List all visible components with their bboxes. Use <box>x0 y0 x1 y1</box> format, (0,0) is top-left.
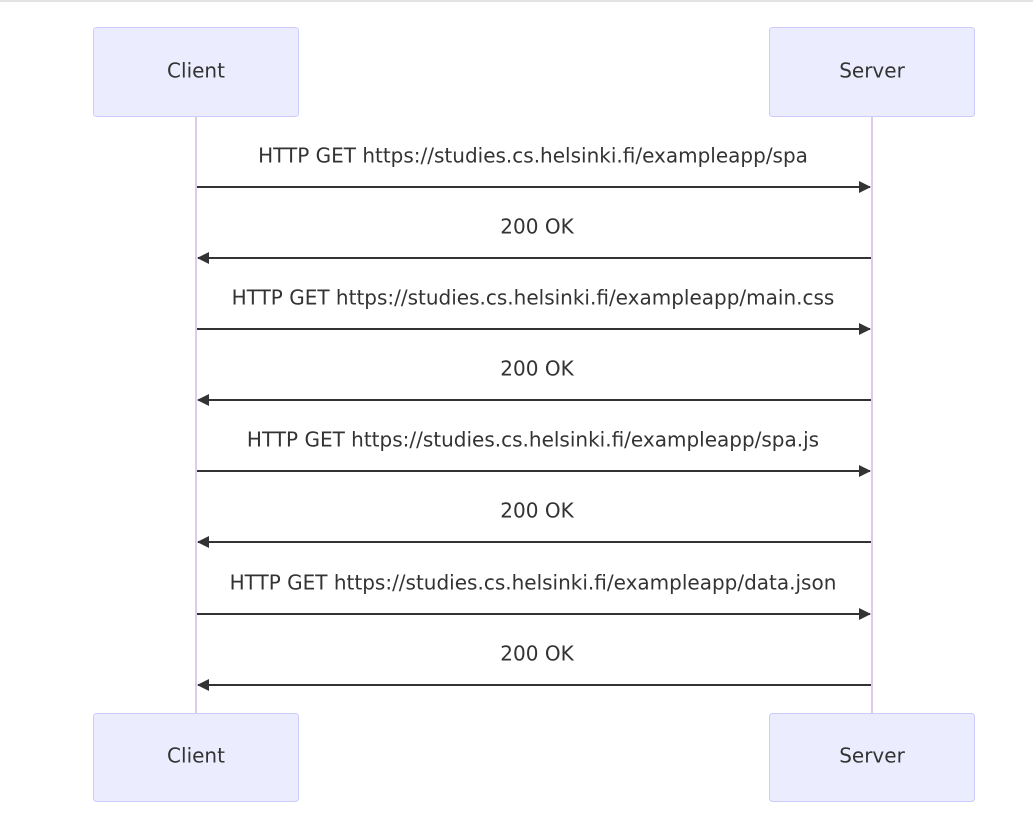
message-label: 200 OK <box>500 499 574 523</box>
actor-server-bottom: Server <box>769 713 975 802</box>
message-label: 200 OK <box>500 357 574 381</box>
message-label: 200 OK <box>500 215 574 239</box>
message-6: 200 OK <box>197 499 871 548</box>
message-5: HTTP GET https://studies.cs.helsinki.fi/… <box>197 428 871 477</box>
message-3: HTTP GET https://studies.cs.helsinki.fi/… <box>197 286 871 335</box>
actor-client-top: Client <box>93 27 299 117</box>
message-4: 200 OK <box>197 357 871 406</box>
message-label: HTTP GET https://studies.cs.helsinki.fi/… <box>258 144 808 168</box>
message-7: HTTP GET https://studies.cs.helsinki.fi/… <box>197 571 871 620</box>
actor-server-top: Server <box>769 27 975 117</box>
message-label: HTTP GET https://studies.cs.helsinki.fi/… <box>247 428 819 452</box>
actor-label: Client <box>167 744 225 768</box>
message-label: 200 OK <box>500 642 574 666</box>
sequence-diagram-svg: Client Server Client Server HTTP GET htt… <box>0 0 1033 802</box>
actor-label: Server <box>839 744 905 768</box>
actor-label: Client <box>167 59 225 83</box>
message-1: HTTP GET https://studies.cs.helsinki.fi/… <box>197 144 871 193</box>
message-8: 200 OK <box>197 642 871 691</box>
actor-client-bottom: Client <box>93 713 299 802</box>
sequence-diagram: Client Server Client Server HTTP GET htt… <box>0 0 1033 826</box>
message-label: HTTP GET https://studies.cs.helsinki.fi/… <box>230 571 837 595</box>
message-label: HTTP GET https://studies.cs.helsinki.fi/… <box>232 286 835 310</box>
actor-label: Server <box>839 59 905 83</box>
message-2: 200 OK <box>197 215 871 264</box>
